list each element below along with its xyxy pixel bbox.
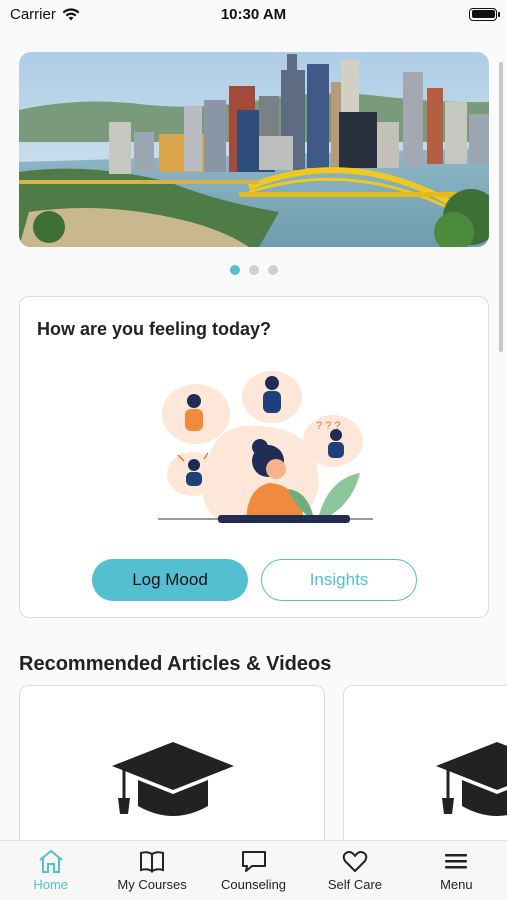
book-icon xyxy=(140,851,165,873)
hero-carousel-image[interactable] xyxy=(19,52,489,247)
tab-self-care[interactable]: Self Care xyxy=(304,841,405,900)
heart-icon xyxy=(342,851,368,872)
log-mood-button[interactable]: Log Mood xyxy=(92,559,248,601)
insights-button[interactable]: Insights xyxy=(261,559,417,601)
tab-menu[interactable]: Menu xyxy=(406,841,507,900)
hamburger-menu-icon xyxy=(445,854,468,869)
scroll-content[interactable]: How are you feeling today? ? ? ? Log Moo… xyxy=(0,0,507,840)
mood-card-title: How are you feeling today? xyxy=(37,319,272,339)
tab-label: Counseling xyxy=(220,877,287,892)
carousel-dot-1[interactable] xyxy=(229,265,240,275)
home-icon xyxy=(39,849,63,873)
tab-home[interactable]: Home xyxy=(0,841,101,900)
app-screen: Carrier 10:30 AM How are you feeling tod… xyxy=(0,0,507,900)
carousel-dot-2[interactable] xyxy=(248,265,259,275)
mood-illustration: ? ? ? xyxy=(158,371,373,523)
carousel-dot-3[interactable] xyxy=(267,265,278,275)
tab-label: My Courses xyxy=(117,877,187,892)
tab-counseling[interactable]: Counseling xyxy=(203,841,304,900)
graduation-cap-icon xyxy=(436,742,507,816)
article-card[interactable] xyxy=(343,685,507,840)
tab-bar: Home My Courses Counseling Self Care Men… xyxy=(0,840,507,900)
tab-label: Self Care xyxy=(327,877,383,892)
graduation-cap-icon xyxy=(112,742,234,816)
article-card[interactable] xyxy=(19,685,325,840)
tab-my-courses[interactable]: My Courses xyxy=(101,841,202,900)
tab-label: Home xyxy=(33,877,69,892)
city-skyline-image xyxy=(19,52,489,247)
recommended-section-title: Recommended Articles & Videos xyxy=(19,653,332,675)
tab-label: Menu xyxy=(440,877,473,892)
carousel-pagination[interactable] xyxy=(0,265,507,275)
scrollbar[interactable] xyxy=(499,62,503,352)
mood-card: How are you feeling today? ? ? ? Log Moo… xyxy=(19,296,489,618)
svg-text:? ? ?: ? ? ? xyxy=(316,420,340,432)
chat-bubble-icon xyxy=(241,851,266,872)
